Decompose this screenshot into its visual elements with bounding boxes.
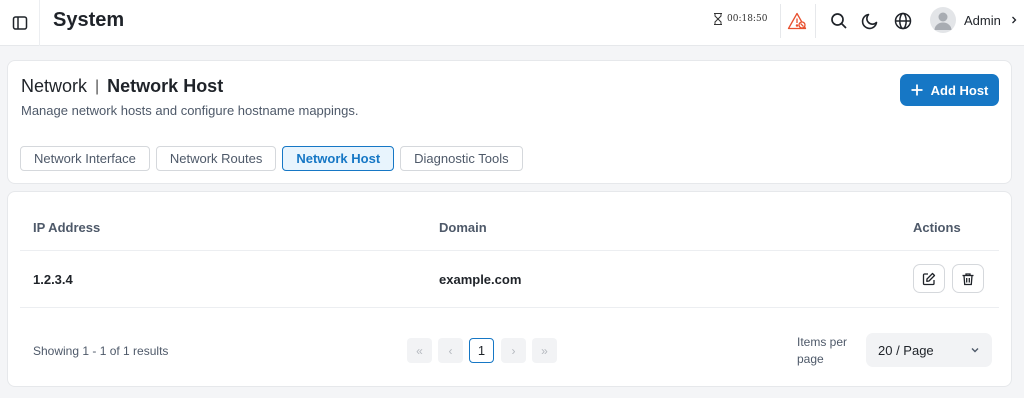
chevron-left-icon: ‹ bbox=[448, 343, 453, 358]
top-bar: System 00:18:50 Admin bbox=[0, 0, 1024, 46]
breadcrumb: Network | Network Host bbox=[21, 76, 223, 97]
edit-button[interactable] bbox=[913, 264, 945, 293]
divider bbox=[780, 4, 781, 38]
column-header-actions: Actions bbox=[913, 220, 961, 235]
header-divider bbox=[20, 250, 999, 251]
cell-domain: example.com bbox=[439, 272, 522, 287]
app-title: System bbox=[53, 9, 125, 31]
tab-network-interface[interactable]: Network Interface bbox=[20, 146, 150, 171]
session-timer: 00:18:50 bbox=[713, 13, 767, 25]
edit-icon bbox=[922, 272, 936, 285]
network-tabs: Network Interface Network Routes Network… bbox=[20, 146, 523, 171]
chevron-down-icon bbox=[971, 348, 979, 353]
divider bbox=[815, 4, 816, 38]
timer-value: 00:18:50 bbox=[727, 14, 768, 24]
double-chevron-right-icon: » bbox=[541, 343, 548, 358]
hosts-table-card: IP Address Domain Actions 1.2.3.4 exampl… bbox=[7, 191, 1012, 387]
page-size-value: 20 / Page bbox=[878, 342, 934, 358]
tab-network-host[interactable]: Network Host bbox=[282, 146, 395, 171]
chevron-right-icon: › bbox=[511, 343, 516, 358]
next-page-button[interactable]: › bbox=[501, 338, 526, 363]
avatar bbox=[930, 7, 956, 33]
user-menu[interactable]: Admin bbox=[930, 7, 1019, 33]
hourglass-icon bbox=[714, 13, 722, 25]
warning-icon bbox=[787, 12, 807, 30]
user-avatar-icon bbox=[934, 12, 952, 30]
sidebar-toggle-icon bbox=[12, 16, 27, 30]
row-divider bbox=[20, 307, 999, 308]
plus-icon bbox=[911, 84, 923, 96]
items-per-page-label: Items per page bbox=[797, 335, 848, 366]
page-description: Manage network hosts and configure hostn… bbox=[21, 103, 359, 118]
search-button[interactable] bbox=[828, 10, 850, 32]
moon-icon bbox=[861, 13, 878, 30]
cell-ip: 1.2.3.4 bbox=[33, 272, 73, 287]
breadcrumb-parent[interactable]: Network bbox=[21, 76, 87, 97]
page-header-card: Network | Network Host Manage network ho… bbox=[7, 60, 1012, 184]
column-header-domain: Domain bbox=[439, 220, 487, 235]
globe-icon bbox=[894, 12, 912, 30]
search-icon bbox=[831, 13, 847, 29]
add-host-label: Add Host bbox=[930, 82, 989, 98]
page-title: Network Host bbox=[107, 76, 224, 96]
double-chevron-left-icon: « bbox=[416, 343, 423, 358]
page-number-button[interactable]: 1 bbox=[469, 338, 494, 363]
chevron-right-icon bbox=[1011, 16, 1017, 24]
tab-network-routes[interactable]: Network Routes bbox=[155, 146, 277, 171]
delete-button[interactable] bbox=[952, 264, 984, 293]
sidebar-toggle-button[interactable] bbox=[0, 0, 40, 46]
language-button[interactable] bbox=[892, 10, 914, 32]
theme-toggle-button[interactable] bbox=[859, 10, 881, 32]
tab-diagnostic-tools[interactable]: Diagnostic Tools bbox=[400, 146, 523, 171]
page-size-select[interactable]: 20 / Page bbox=[866, 333, 992, 367]
prev-page-button[interactable]: ‹ bbox=[438, 338, 463, 363]
first-page-button[interactable]: « bbox=[407, 338, 432, 363]
alert-button[interactable] bbox=[786, 10, 808, 32]
user-name: Admin bbox=[964, 12, 1001, 28]
trash-icon bbox=[962, 272, 974, 285]
column-header-ip: IP Address bbox=[33, 220, 101, 235]
add-host-button[interactable]: Add Host bbox=[900, 74, 999, 106]
breadcrumb-separator: | bbox=[95, 77, 100, 95]
last-page-button[interactable]: » bbox=[532, 338, 557, 363]
results-summary: Showing 1 - 1 of 1 results bbox=[33, 344, 169, 358]
